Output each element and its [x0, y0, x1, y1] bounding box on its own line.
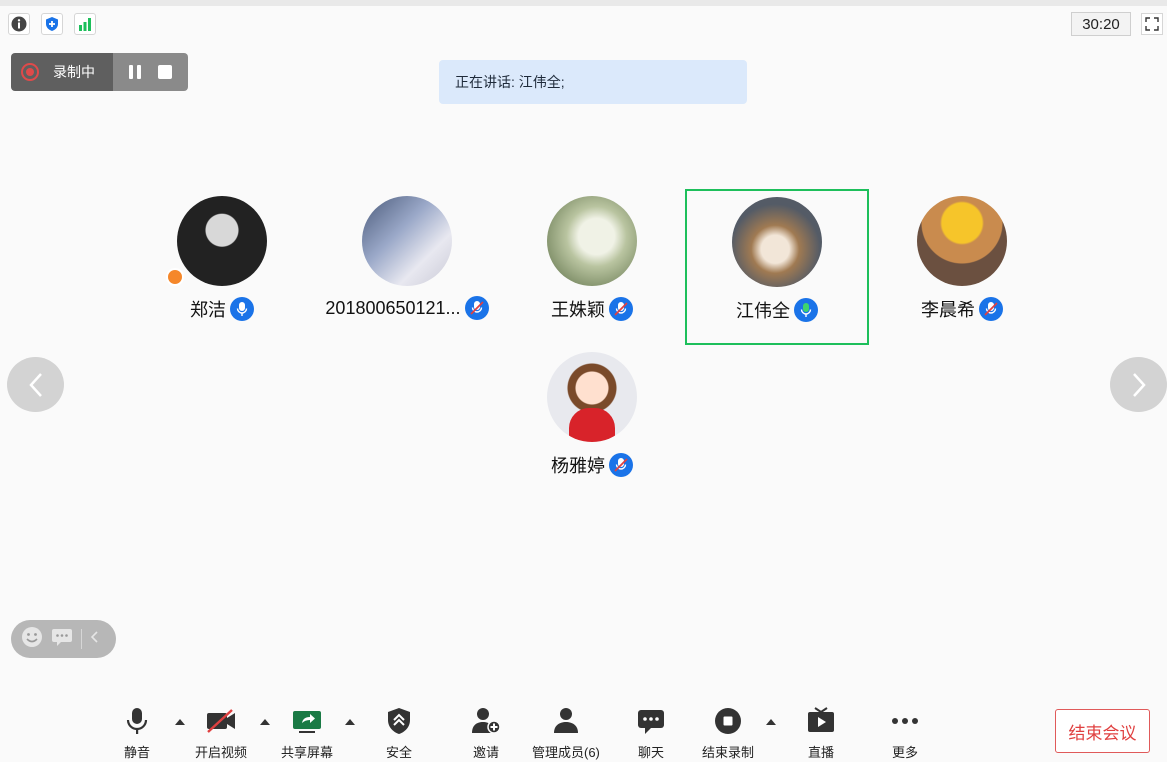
avatar: [177, 196, 267, 286]
avatar: [547, 352, 637, 442]
invite-label: 邀请: [472, 745, 499, 760]
audio-options-caret-icon[interactable]: [175, 719, 185, 725]
recording-label: 录制中: [53, 64, 95, 80]
end-meeting-button[interactable]: 结束会议: [1055, 709, 1150, 753]
security-button[interactable]: 安全: [385, 706, 413, 761]
top-bar: 30:20: [0, 0, 1167, 46]
participant-name: 江伟全: [736, 301, 790, 321]
live-button[interactable]: 直播: [806, 706, 836, 761]
camera-off-icon: [207, 709, 235, 733]
microphone-icon: [126, 708, 148, 734]
participant-tile[interactable]: 201800650121...: [315, 190, 499, 346]
fullscreen-icon[interactable]: [1141, 13, 1163, 35]
more-dots-icon: [892, 718, 918, 724]
manage-members-button[interactable]: 管理成员(6): [532, 706, 600, 761]
participant-tile-speaking[interactable]: 江伟全: [685, 189, 869, 345]
stop-record-label: 结束录制: [702, 745, 755, 760]
avatar: [917, 196, 1007, 286]
start-video-button[interactable]: 开启视频: [195, 706, 247, 761]
avatar: [547, 196, 637, 286]
next-page-button[interactable]: [1110, 357, 1167, 412]
avatar: [732, 197, 822, 287]
chat-label: 聊天: [637, 745, 664, 760]
meeting-toolbar: 静音 开启视频 共享屏幕 安全 邀请 管理成员(6) 聊天 结束录制 直播 更多: [0, 700, 1167, 762]
security-label: 安全: [385, 745, 412, 760]
participant-name: 杨雅婷: [551, 456, 605, 476]
video-options-caret-icon[interactable]: [260, 719, 270, 725]
pause-recording-button[interactable]: [129, 65, 142, 79]
members-label: 管理成员(6): [532, 745, 600, 760]
previous-page-button[interactable]: [7, 357, 64, 412]
participant-tile[interactable]: 郑洁: [130, 190, 314, 346]
chat-button[interactable]: 聊天: [636, 706, 666, 761]
chevron-right-icon: [1132, 372, 1146, 397]
stop-record-icon: [715, 708, 741, 734]
speaking-banner: 正在讲话: 江伟全;: [439, 60, 747, 104]
participant-tile[interactable]: 李晨希: [870, 190, 1054, 346]
mute-label: 静音: [123, 745, 150, 760]
share-screen-button[interactable]: 共享屏幕: [281, 706, 333, 761]
share-label: 共享屏幕: [281, 745, 334, 760]
mic-speaking-icon: [794, 298, 818, 322]
share-options-caret-icon[interactable]: [345, 719, 355, 725]
mic-on-icon: [230, 297, 254, 321]
live-stream-icon: [808, 707, 834, 732]
participant-tile[interactable]: 王姝颖: [500, 190, 684, 346]
chat-icon: [638, 710, 664, 734]
live-label: 直播: [807, 745, 834, 760]
mic-muted-icon: [979, 297, 1003, 321]
recording-indicator: 录制中: [11, 53, 188, 91]
add-user-icon: [472, 708, 501, 734]
signal-icon[interactable]: [74, 13, 96, 35]
mic-muted-icon: [609, 297, 633, 321]
share-screen-icon: [293, 711, 321, 733]
participant-name: 王姝颖: [551, 300, 605, 320]
participant-name: 201800650121...: [325, 297, 461, 318]
record-options-caret-icon[interactable]: [766, 719, 776, 725]
danmaku-icon[interactable]: [51, 627, 73, 652]
stop-recording-toolbar-button[interactable]: 结束录制: [702, 706, 754, 761]
avatar: [362, 196, 452, 286]
meeting-timer: 30:20: [1071, 12, 1131, 36]
mute-button[interactable]: 静音: [122, 706, 152, 761]
host-badge-icon: [166, 268, 184, 286]
chevron-left-icon: [28, 372, 42, 397]
participant-tile[interactable]: 杨雅婷: [500, 346, 684, 502]
mic-muted-icon: [609, 453, 633, 477]
more-label: 更多: [891, 745, 918, 760]
reactions-bar: [11, 620, 116, 658]
emoji-icon[interactable]: [21, 626, 43, 653]
collapse-chevron-icon[interactable]: [90, 630, 100, 649]
participant-name: 李晨希: [921, 300, 975, 320]
shield-icon: [388, 708, 410, 734]
video-label: 开启视频: [195, 745, 248, 760]
record-icon: [21, 63, 39, 81]
stop-recording-button[interactable]: [157, 65, 172, 79]
invite-button[interactable]: 邀请: [470, 706, 502, 761]
more-button[interactable]: 更多: [890, 706, 920, 761]
mic-muted-icon: [464, 296, 489, 320]
participant-name: 郑洁: [190, 300, 226, 320]
members-icon: [553, 708, 578, 733]
info-icon[interactable]: [8, 13, 30, 35]
security-shield-icon[interactable]: [41, 13, 63, 35]
